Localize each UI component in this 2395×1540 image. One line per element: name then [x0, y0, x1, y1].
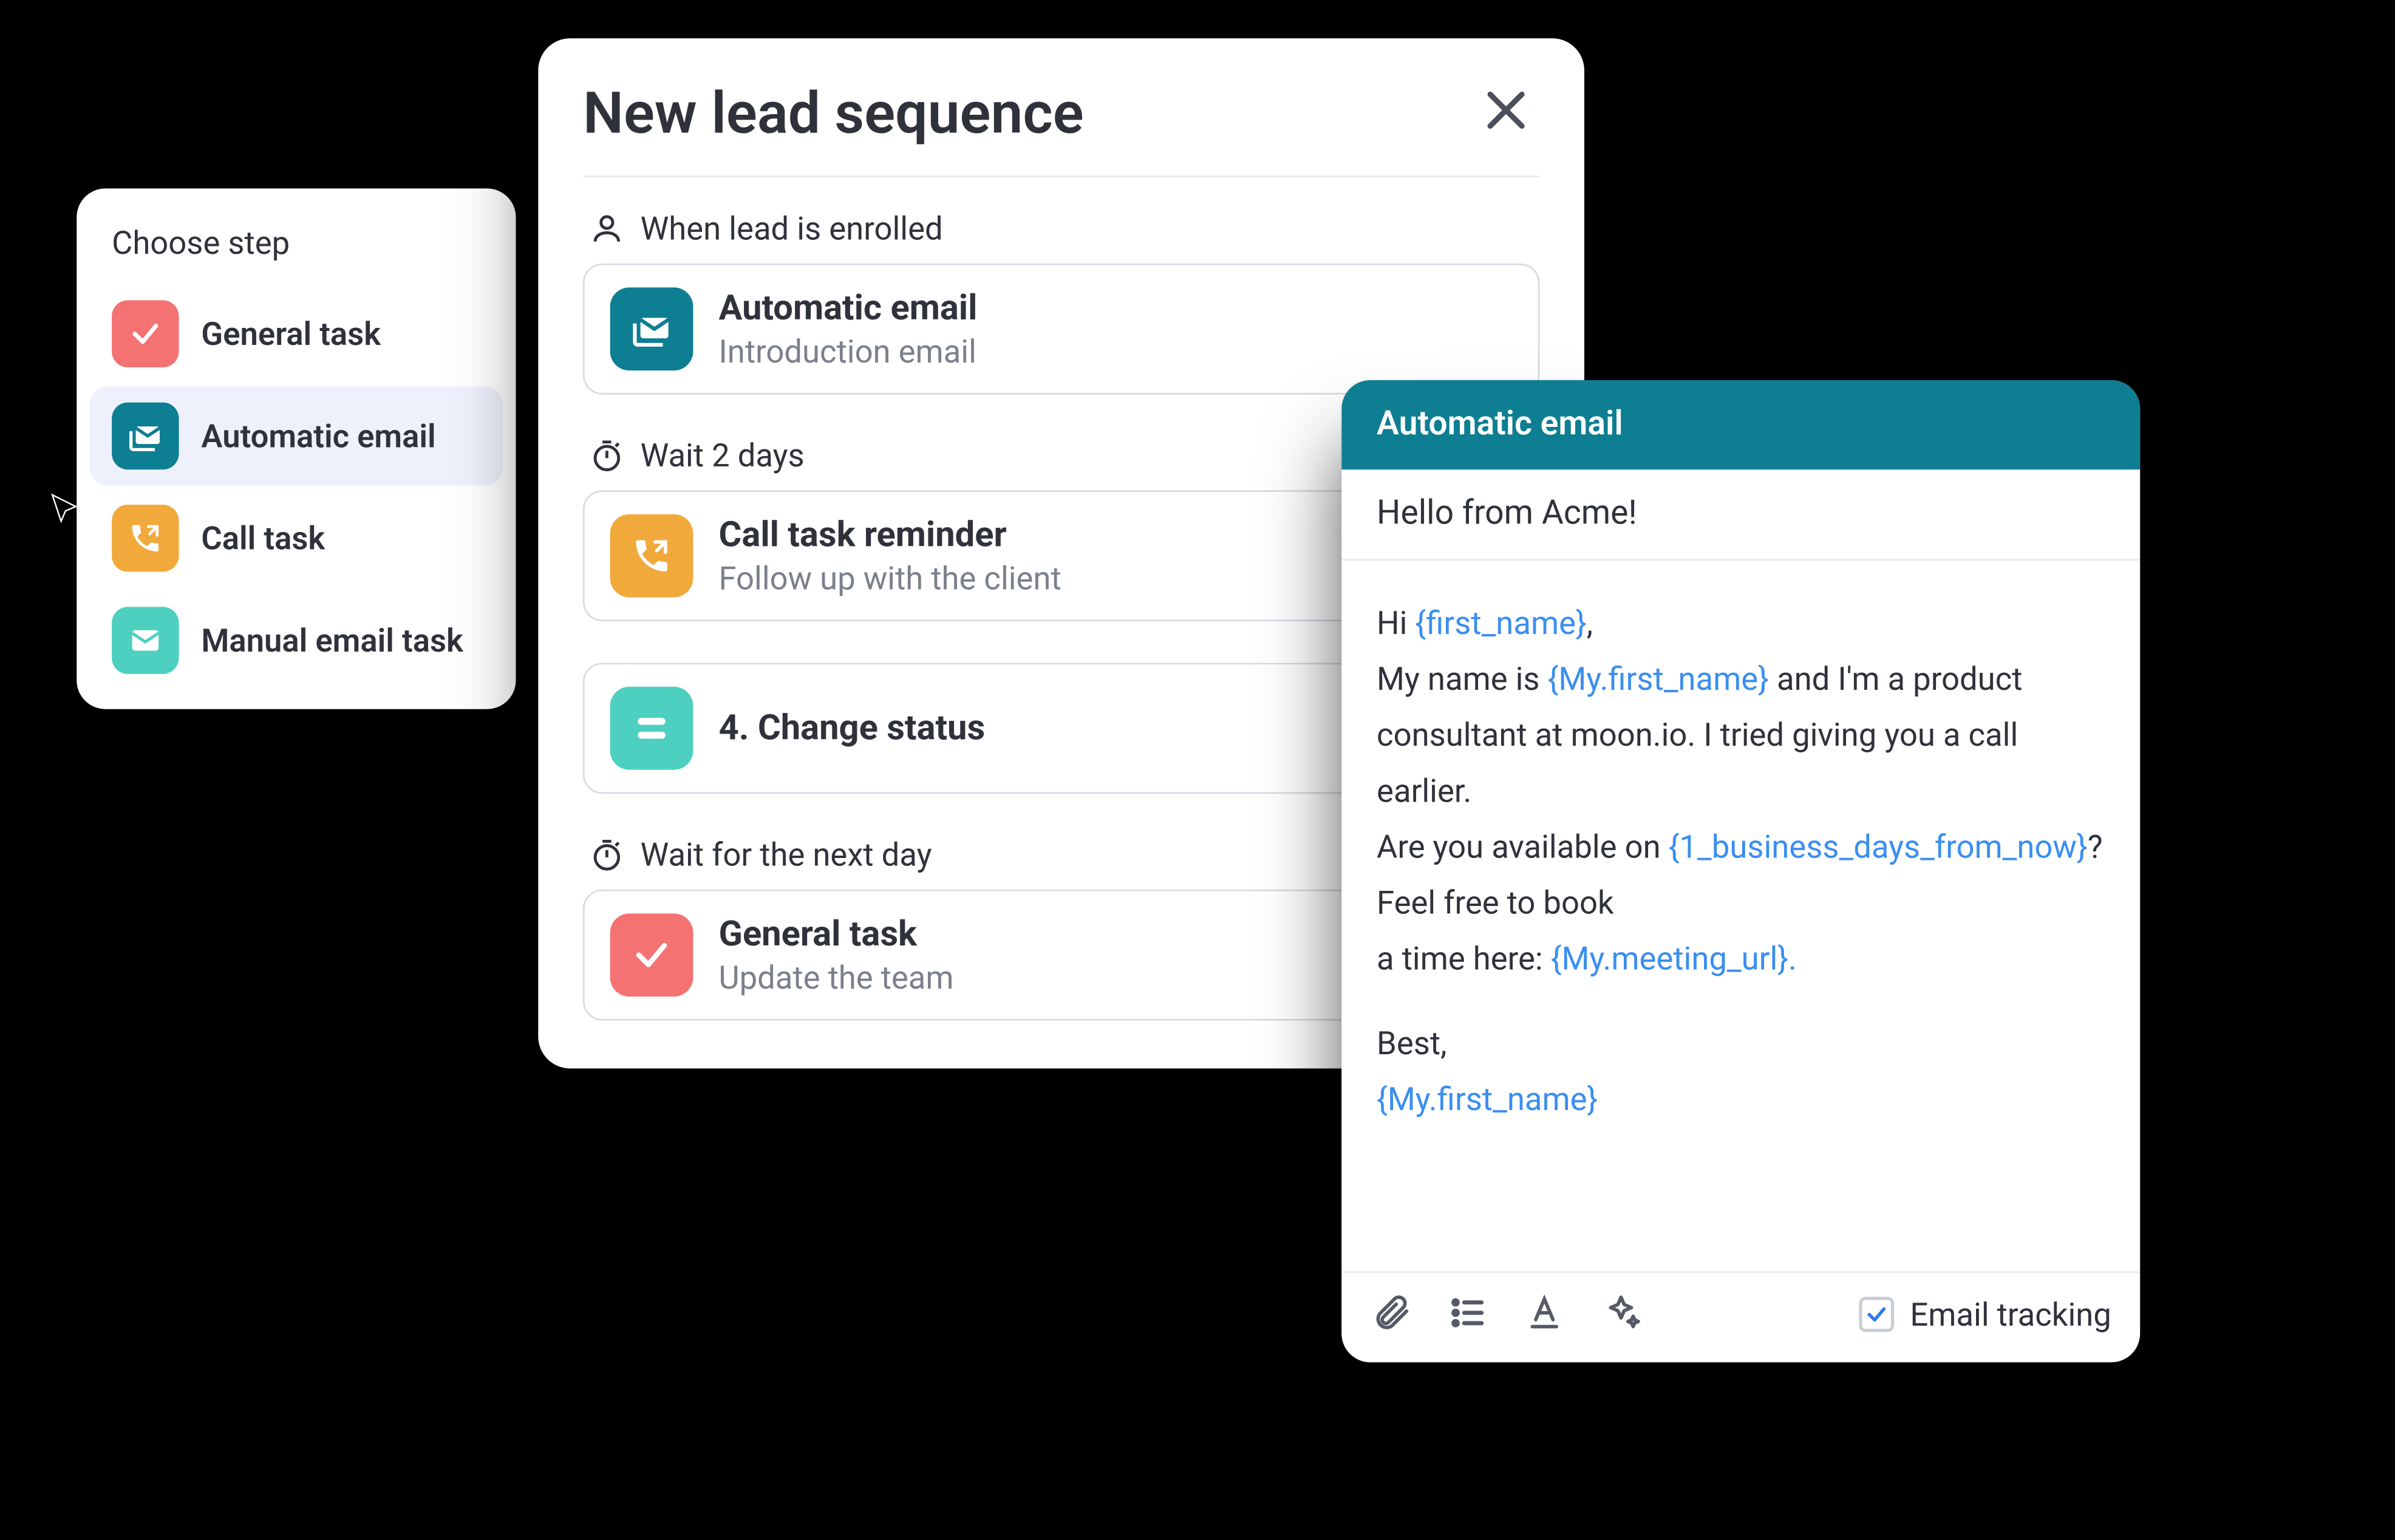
step-card-title: General task [719, 915, 954, 955]
email-tracking-toggle[interactable]: Email tracking [1859, 1295, 2111, 1334]
stopwatch-icon [589, 438, 624, 473]
sparkle-icon[interactable] [1600, 1292, 1645, 1337]
trigger-label: Wait for the next day [641, 835, 932, 873]
check-icon [112, 300, 179, 367]
step-card-subtitle: Update the team [719, 958, 954, 996]
status-icon [610, 687, 693, 770]
email-composer-panel: Automatic email Hello from Acme! Hi {fir… [1341, 380, 2140, 1362]
step-card-subtitle: Introduction email [719, 332, 978, 370]
step-option-label: Manual email task [201, 621, 463, 659]
step-card-title: Automatic email [719, 288, 978, 329]
trigger-label: Wait 2 days [641, 436, 805, 474]
close-icon[interactable] [1479, 83, 1539, 144]
email-toolbar: Email tracking [1341, 1273, 2140, 1362]
step-card-title: Call task reminder [719, 515, 1061, 555]
step-option-label: Automatic email [201, 417, 435, 455]
phone-out-icon [610, 514, 693, 598]
checkbox-icon [1859, 1297, 1894, 1332]
step-card-title: 4. Change status [719, 708, 986, 748]
step-option-automatic-email[interactable]: Automatic email [89, 386, 503, 485]
trigger-row: When lead is enrolled [583, 210, 1539, 248]
step-option-general-task[interactable]: General task [89, 284, 503, 383]
email-composer-header: Automatic email [1341, 380, 2140, 469]
sequence-step-automatic-email[interactable]: Automatic email Introduction email [583, 264, 1539, 395]
step-option-manual-email[interactable]: Manual email task [89, 591, 503, 690]
attachment-icon[interactable] [1371, 1292, 1416, 1337]
stacked-mail-icon [610, 287, 693, 370]
stacked-mail-icon [112, 403, 179, 469]
step-option-label: Call task [201, 519, 325, 557]
step-option-label: General task [201, 315, 381, 353]
email-tracking-label: Email tracking [1910, 1295, 2111, 1334]
phone-out-icon [112, 505, 179, 571]
sequence-title: New lead sequence [583, 80, 1084, 147]
trigger-label: When lead is enrolled [641, 210, 943, 248]
step-card-subtitle: Follow up with the client [719, 558, 1061, 596]
choose-step-title: Choose step [89, 223, 503, 284]
list-icon[interactable] [1447, 1292, 1492, 1337]
mail-icon [112, 607, 179, 673]
person-icon [589, 211, 624, 246]
sequence-header: New lead sequence [583, 80, 1539, 177]
choose-step-panel: Choose step General task Automatic email… [77, 188, 516, 709]
stopwatch-icon [589, 837, 624, 872]
email-body-field[interactable]: Hi {first_name}, My name is {My.first_na… [1341, 560, 2140, 1273]
check-icon [610, 913, 693, 997]
step-option-call-task[interactable]: Call task [89, 489, 503, 588]
text-color-icon[interactable] [1524, 1292, 1569, 1337]
email-subject-field[interactable]: Hello from Acme! [1341, 469, 2140, 560]
